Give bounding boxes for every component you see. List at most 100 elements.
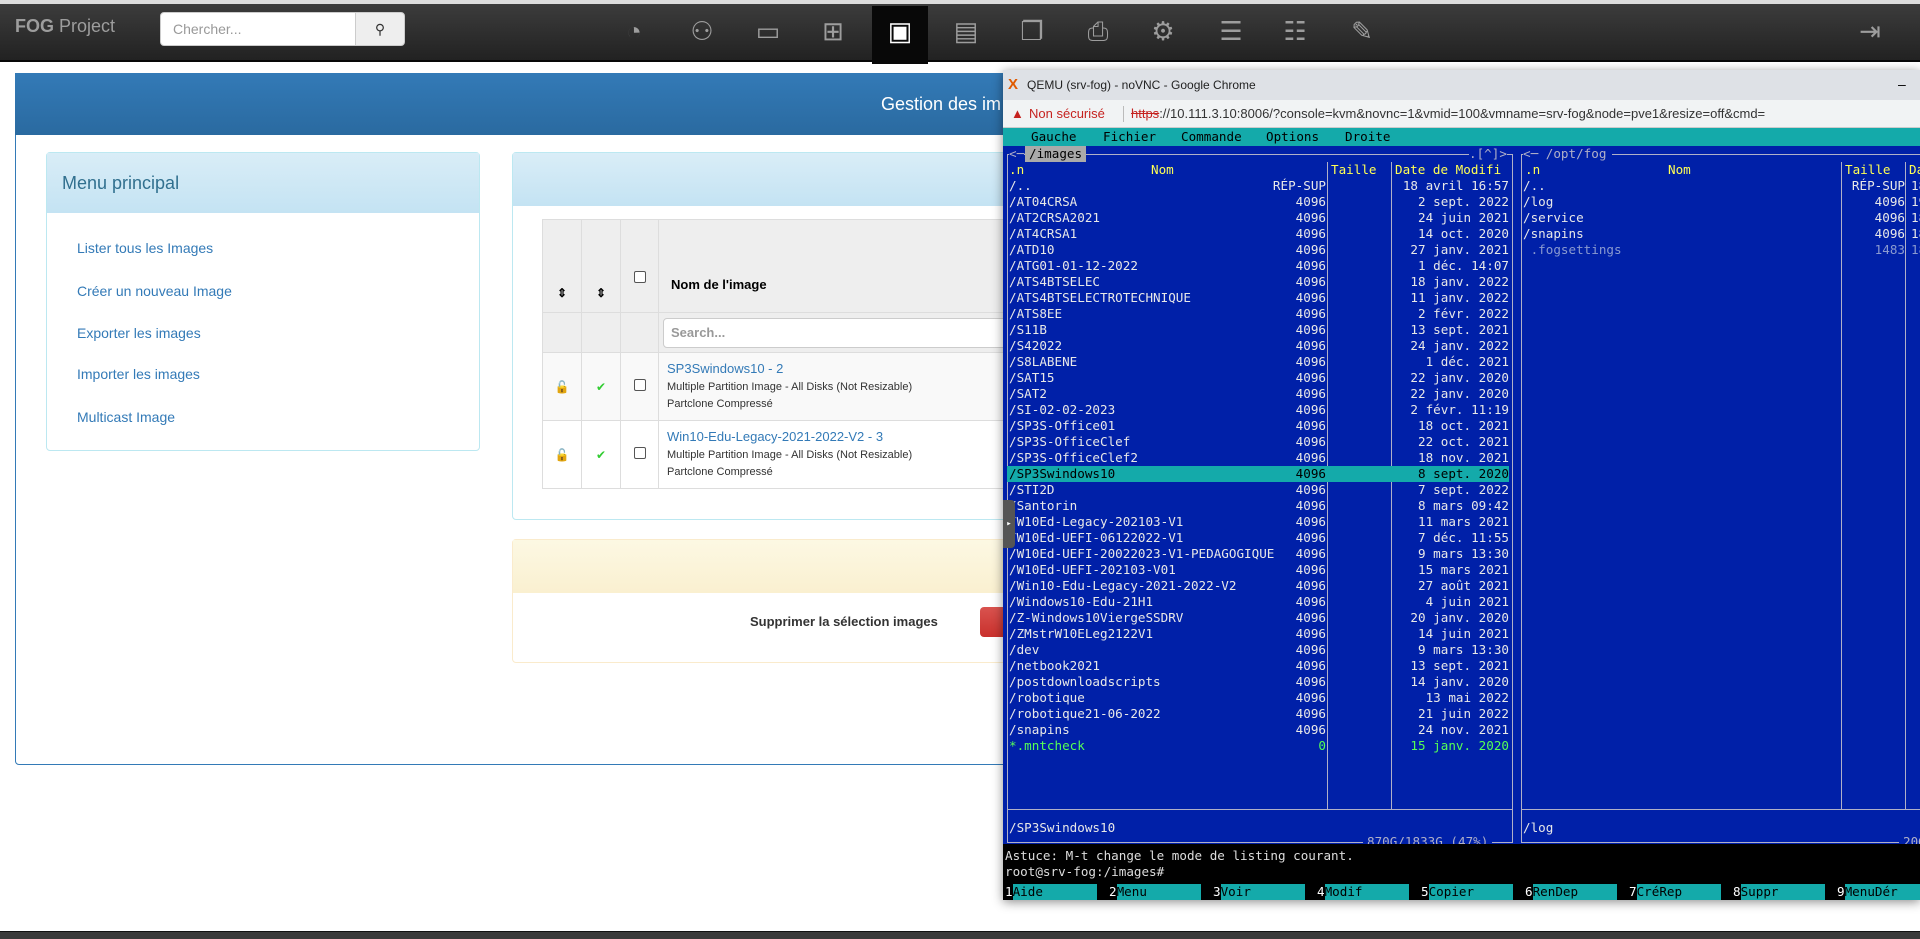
mc-menu-fichier[interactable]: Fichier (1103, 129, 1156, 145)
file-row[interactable]: /service 4096 18 (1521, 210, 1920, 226)
file-row[interactable]: /ATG01-01-12-2022 4096 1 déc. 14:07 (1007, 258, 1509, 274)
panel-corner-controls[interactable]: .[^]> (1469, 146, 1507, 162)
file-row[interactable]: /robotique21-06-2022 4096 21 juin 2022 (1007, 706, 1509, 722)
file-row[interactable]: /.. RÉP-SUP 18 avril 16:57 (1007, 178, 1509, 194)
file-row[interactable]: /netbook2021 4096 13 sept. 2021 (1007, 658, 1509, 674)
mc-menu-droite[interactable]: Droite (1345, 129, 1391, 145)
shell-prompt[interactable]: root@srv-fog:/images# (1005, 864, 1164, 880)
fkey-menu[interactable]: 2Menu (1109, 884, 1201, 900)
menu-item-export-images[interactable]: Exporter les images (77, 325, 201, 341)
file-row[interactable]: /AT2CRSA2021 4096 24 juin 2021 (1007, 210, 1509, 226)
fkey-modif[interactable]: 4Modif (1317, 884, 1409, 900)
file-row[interactable]: /snapins 4096 24 nov. 2021 (1007, 722, 1509, 738)
tasks-server-icon[interactable]: ☰ (1203, 6, 1259, 58)
menu-item-list-images[interactable]: Lister tous les Images (77, 240, 213, 256)
column-size[interactable]: Taille (1845, 162, 1891, 178)
file-row[interactable]: /STI2D 4096 7 sept. 2022 (1007, 482, 1509, 498)
dashboard-icon[interactable]: ◔ (606, 6, 662, 58)
unlock-icon[interactable]: 🔓 (555, 380, 570, 394)
groups-sitemap-icon[interactable]: ⊞ (805, 6, 861, 58)
mc-menu-options[interactable]: Options (1266, 129, 1319, 145)
settings-wrench-icon[interactable]: ✎ (1334, 6, 1390, 58)
file-row[interactable]: /robotique 4096 13 mai 2022 (1007, 690, 1509, 706)
file-row[interactable]: /S42022 4096 24 janv. 2022 (1007, 338, 1509, 354)
file-row[interactable]: /.. RÉP-SUP 18 (1521, 178, 1920, 194)
fkey-menudér[interactable]: 9MenuDér (1837, 884, 1920, 900)
insecure-label[interactable]: Non sécurisé (1029, 100, 1105, 128)
file-row[interactable]: /W10Ed-Legacy-202103-V1 4096 11 mars 2021 (1007, 514, 1509, 530)
menu-item-create-image[interactable]: Créer un nouveau Image (77, 283, 232, 299)
file-row[interactable]: /SI-02-02-2023 4096 2 févr. 11:19 (1007, 402, 1509, 418)
file-row[interactable]: /W10Ed-UEFI-06122022-V1 4096 7 déc. 11:55 (1007, 530, 1509, 546)
hosts-monitor-icon[interactable]: ▭ (740, 6, 796, 58)
users-icon[interactable]: ⚇ (674, 6, 730, 58)
brand-logo[interactable]: FOG Project (15, 16, 115, 37)
file-row[interactable]: /ATS4BTSELECTROTECHNIQUE 4096 11 janv. 202… (1007, 290, 1509, 306)
snapins-copy-icon[interactable]: ❐ (1004, 6, 1060, 58)
file-row[interactable]: /log 4096 19 (1521, 194, 1920, 210)
column-date[interactable]: Date de Modifi (1395, 162, 1501, 178)
file-row[interactable]: /ZMstrW10ELeg2122V1 4096 14 juin 2021 (1007, 626, 1509, 642)
mc-menu-gauche[interactable]: Gauche (1031, 129, 1077, 145)
novnc-control-handle[interactable]: ▸ (1003, 500, 1015, 548)
file-row[interactable]: .fogsettings 1483 18 (1521, 242, 1920, 258)
file-row[interactable]: /SP3Swindows10 4096 8 sept. 2020 (1007, 466, 1509, 482)
file-row[interactable]: /S8LABENE 4096 1 déc. 2021 (1007, 354, 1509, 370)
file-row[interactable]: /postdownloadscripts 4096 14 janv. 2020 (1007, 674, 1509, 690)
unlock-icon[interactable]: 🔓 (555, 448, 570, 462)
file-row[interactable]: /SAT2 4096 22 janv. 2020 (1007, 386, 1509, 402)
printers-icon[interactable]: ⎙ (1070, 6, 1126, 58)
row-checkbox[interactable] (633, 447, 646, 459)
mc-menu-commande[interactable]: Commande (1181, 129, 1242, 145)
address-bar[interactable]: ▲ Non sécurisé https://10.111.3.10:8006/… (1003, 100, 1920, 128)
menu-item-multicast-image[interactable]: Multicast Image (77, 409, 175, 425)
minimize-button[interactable]: – (1898, 70, 1906, 98)
search-button[interactable]: ⚲ (355, 12, 405, 46)
file-row[interactable]: /SP3S-OfficeClef2 4096 18 nov. 2021 (1007, 450, 1509, 466)
select-all-checkbox[interactable] (633, 271, 646, 283)
fkey-crérep[interactable]: 7CréRep (1629, 884, 1721, 900)
column-name[interactable]: Nom (1151, 162, 1174, 178)
column-sort-n[interactable]: .n (1009, 162, 1024, 178)
column-date[interactable]: Da (1909, 162, 1920, 178)
images-picture-icon[interactable]: ▣ (872, 6, 928, 64)
file-row[interactable]: /SAT15 4096 22 janv. 2020 (1007, 370, 1509, 386)
panel-arrow[interactable]: <─ (1009, 146, 1025, 162)
fkey-copier[interactable]: 5Copier (1421, 884, 1513, 900)
column-name[interactable]: Nom (1668, 162, 1691, 178)
column-size[interactable]: Taille (1331, 162, 1377, 178)
file-row[interactable]: /snapins 4096 18 (1521, 226, 1920, 242)
file-row[interactable]: /Win10-Edu-Legacy-2021-2022-V2 4096 27 aoû… (1007, 578, 1509, 594)
sign-out-icon[interactable]: ⇥ (1842, 6, 1898, 58)
file-row[interactable]: /dev 4096 9 mars 13:30 (1007, 642, 1509, 658)
search-input[interactable]: Chercher... (160, 12, 360, 46)
file-row[interactable]: /ATS8EE 4096 2 févr. 2022 (1007, 306, 1509, 322)
url-text[interactable]: https://10.111.3.10:8006/?console=kvm&no… (1131, 100, 1765, 128)
fkey-suppr[interactable]: 8Suppr (1733, 884, 1825, 900)
reports-file-icon[interactable]: ☷ (1267, 6, 1323, 58)
file-row[interactable]: /W10Ed-UEFI-20022023-V1-PEDAGOGIQUE 4096 9… (1007, 546, 1509, 562)
file-row[interactable]: /S11B 4096 13 sept. 2021 (1007, 322, 1509, 338)
file-row[interactable]: /SP3S-Office01 4096 18 oct. 2021 (1007, 418, 1509, 434)
file-row[interactable]: /W10Ed-UEFI-202103-V01 4096 15 mars 2021 (1007, 562, 1509, 578)
file-row[interactable]: /SP3S-OfficeClef 4096 22 oct. 2021 (1007, 434, 1509, 450)
menu-item-import-images[interactable]: Importer les images (77, 366, 200, 382)
sort-enabled-column[interactable]: ⇕ (581, 219, 621, 313)
file-row[interactable]: /Z-Windows10ViergeSSDRV 4096 20 janv. 2020 (1007, 610, 1509, 626)
file-row[interactable]: *.mntcheck 0 15 janv. 2020 (1007, 738, 1509, 754)
file-row[interactable]: /ATD10 4096 27 janv. 2021 (1007, 242, 1509, 258)
services-gears-icon[interactable]: ⚙ (1135, 6, 1191, 58)
fkey-rendep[interactable]: 6RenDep (1525, 884, 1617, 900)
column-sort-n[interactable]: .n (1525, 162, 1540, 178)
file-row[interactable]: /AT04CRSA 4096 2 sept. 2022 (1007, 194, 1509, 210)
file-row[interactable]: /Windows10-Edu-21H1 4096 4 juin 2021 (1007, 594, 1509, 610)
terminal-screen[interactable]: Gauche Fichier Commande Options Droite <─/im… (1003, 128, 1920, 900)
row-checkbox[interactable] (633, 379, 646, 391)
file-row[interactable]: /Santorin 4096 8 mars 09:42 (1007, 498, 1509, 514)
fkey-aide[interactable]: 1Aide (1005, 884, 1097, 900)
sort-protected-column[interactable]: ⇕ (542, 219, 582, 313)
file-row[interactable]: /AT4CRSA1 4096 14 oct. 2020 (1007, 226, 1509, 242)
fkey-voir[interactable]: 3Voir (1213, 884, 1305, 900)
storage-archive-icon[interactable]: ▤ (938, 6, 994, 58)
file-row[interactable]: /ATS4BTSELEC 4096 18 janv. 2022 (1007, 274, 1509, 290)
